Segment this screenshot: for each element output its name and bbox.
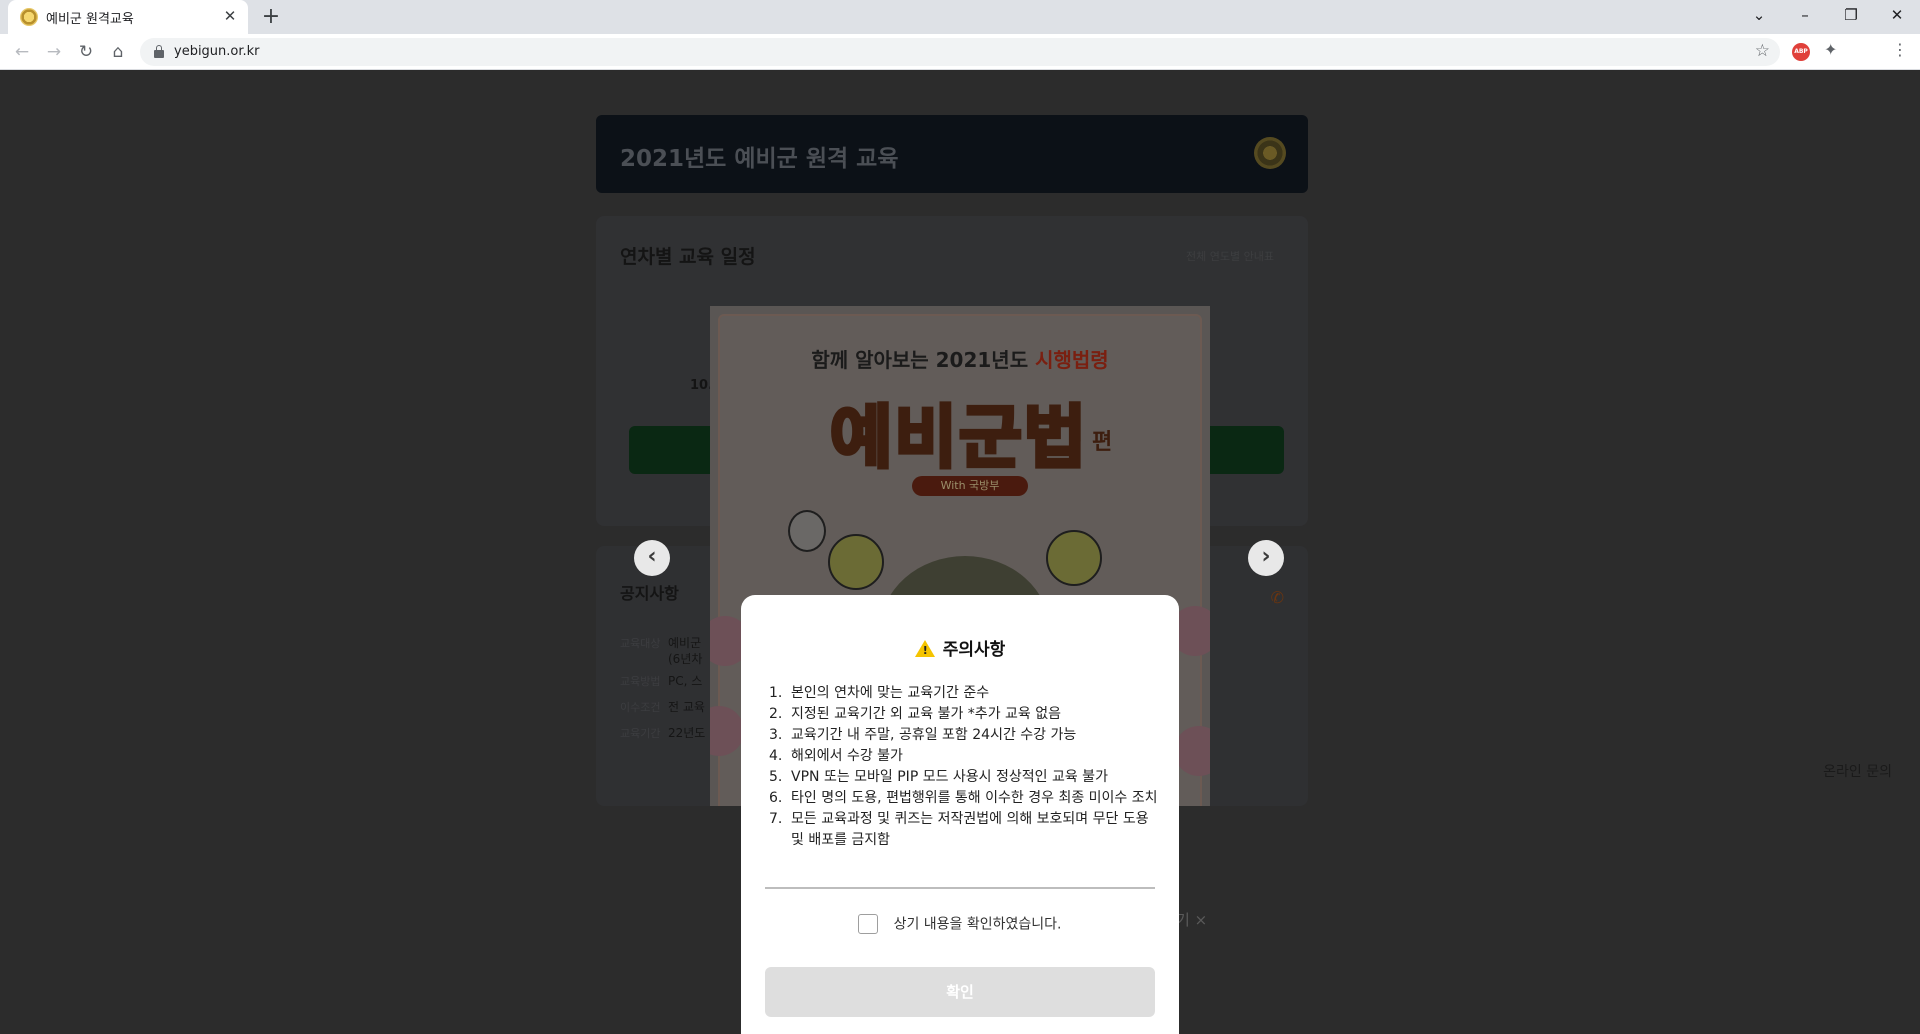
- notice-row: 교육대상 예비군: [620, 636, 702, 650]
- close-window-button[interactable]: ✕: [1874, 0, 1920, 30]
- browser-toolbar: ← → ↻ ⌂ yebigun.or.kr ☆: [0, 34, 1920, 70]
- browser-menu-icon[interactable]: ⋮: [1892, 40, 1908, 59]
- restore-button[interactable]: ❐: [1828, 0, 1874, 30]
- tab-close-icon[interactable]: ✕: [220, 6, 240, 26]
- flag-sign-illustration: [788, 510, 826, 552]
- confirm-checkbox[interactable]: [858, 913, 879, 934]
- forward-arrow-icon[interactable]: →: [42, 40, 66, 64]
- notice-row: (6년차: [668, 652, 703, 666]
- schedule-all-link[interactable]: 전체 연도별 안내표: [1186, 248, 1274, 264]
- tab-search-icon[interactable]: ⌄: [1736, 0, 1782, 30]
- back-arrow-icon[interactable]: ←: [10, 40, 34, 64]
- notice-title: 공지사항: [620, 584, 679, 603]
- popup-next-button[interactable]: ›: [1248, 540, 1284, 576]
- warning-icon: [914, 640, 935, 657]
- rule-item: 7. 모든 교육과정 및 퀴즈는 저작권법에 의해 보호되며 무단 도용 및 배포…: [769, 811, 1149, 848]
- new-tab-button[interactable]: +: [258, 4, 284, 30]
- url-text[interactable]: yebigun.or.kr: [174, 44, 260, 59]
- schedule-title: 연차별 교육 일정: [620, 246, 756, 268]
- phone-icon: ✆: [1270, 588, 1284, 607]
- reserve-forces-emblem-icon: [1254, 137, 1286, 169]
- rules-list: 1. 본인의 연차에 맞는 교육기간 준수 2. 지정된 교육기간 외 교육 불가 …: [769, 683, 1159, 851]
- browser-tab[interactable]: 예비군 원격교육 ✕: [8, 0, 248, 34]
- poster-title-suffix: 편: [1092, 430, 1113, 455]
- character-left-illustration: [828, 534, 884, 590]
- popup-prev-button[interactable]: ‹: [634, 540, 670, 576]
- bookmark-star-icon[interactable]: ☆: [1755, 41, 1770, 61]
- lock-icon[interactable]: [154, 45, 164, 58]
- caution-dialog: 주의사항 1.본인의 연차에 맞는 교육기간 준수 2.지정된 교육기간 외 교…: [741, 595, 1179, 1034]
- close-x-icon[interactable]: ×: [1195, 911, 1208, 929]
- address-bar[interactable]: yebigun.or.kr ☆: [140, 38, 1780, 66]
- rule-item: 3. 교육기간 내 주말, 공휴일 포함 24시간 수강 가능: [769, 727, 1077, 743]
- rule-item: 4. 해외에서 수강 불가: [769, 748, 903, 764]
- reload-icon[interactable]: ↻: [74, 40, 98, 64]
- poster-subtitle: 함께 알아보는 2021년도 시행법령: [811, 348, 1109, 372]
- close-today-link[interactable]: 기 ×: [1176, 909, 1207, 930]
- home-icon[interactable]: ⌂: [106, 40, 130, 64]
- confirm-checkbox-row[interactable]: 상기 내용을 확인하였습니다.: [741, 913, 1179, 934]
- rule-item: 1. 본인의 연차에 맞는 교육기간 준수: [769, 685, 990, 701]
- tab-title: 예비군 원격교육: [46, 12, 134, 27]
- online-inquiry-link[interactable]: 온라인 문의: [1823, 761, 1892, 781]
- browser-tab-bar: 예비군 원격교육 ✕ + ⌄ – ❐ ✕: [0, 0, 1920, 34]
- confirm-checkbox-label[interactable]: 상기 내용을 확인하였습니다.: [894, 917, 1062, 933]
- poster-title: 예비군법: [828, 397, 1089, 480]
- hero-banner: 2021년도 예비군 원격 교육: [596, 115, 1308, 193]
- site-favicon-icon: [20, 8, 38, 26]
- notice-row: 이수조건 전 교육: [620, 700, 705, 714]
- confirm-button[interactable]: 확인: [765, 967, 1155, 1017]
- minimize-button[interactable]: –: [1782, 0, 1828, 30]
- rule-item: 2. 지정된 교육기간 외 교육 불가 *추가 교육 없음: [769, 706, 1061, 722]
- character-right-illustration: [1046, 530, 1102, 586]
- dialog-title: 주의사항: [741, 635, 1179, 660]
- dialog-divider: [765, 887, 1155, 889]
- rule-item: 6. 타인 명의 도용, 편법행위를 통해 이수한 경우 최종 미이수 조치: [769, 790, 1158, 806]
- notice-row: 교육방법 PC, 스: [620, 674, 703, 688]
- rule-item: 5. VPN 또는 모바일 PIP 모드 사용시 정상적인 교육 불가: [769, 769, 1108, 785]
- notice-row: 교육기간 22년도: [620, 726, 706, 740]
- extensions-puzzle-icon[interactable]: ✦: [1824, 40, 1837, 59]
- hero-title: 2021년도 예비군 원격 교육: [620, 146, 899, 172]
- adblock-extension-icon[interactable]: ABP: [1792, 43, 1810, 61]
- poster-with-badge: With 국방부: [912, 476, 1028, 496]
